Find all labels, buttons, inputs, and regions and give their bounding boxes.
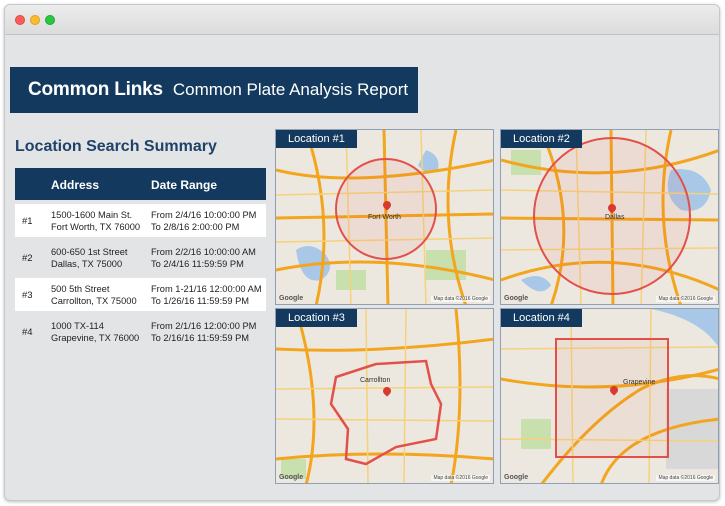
row-address: 500 5th Street Carrollton, TX 75000 [51, 284, 137, 306]
map-data-attribution: Map data ©2016 Google [656, 296, 715, 302]
report-header: Common Links Common Plate Analysis Repor… [10, 67, 418, 113]
table-row[interactable]: #2 600-650 1st Street Dallas, TX 75000 Fr… [15, 241, 266, 274]
row-number: #1 [22, 216, 33, 227]
row-date-range: From 2/2/16 10:00:00 AM To 2/4/16 11:59:5… [151, 247, 256, 269]
summary-title: Location Search Summary [15, 138, 217, 155]
map-city-label: Dallas [605, 214, 625, 221]
map-location-4[interactable]: Grapevine Location #4 Google Map data ©2… [500, 308, 719, 484]
row-date-range: From 2/1/16 12:00:00 PM To 2/16/16 11:59:… [151, 321, 257, 343]
map-label: Location #4 [501, 309, 582, 327]
minimize-window-button[interactable] [30, 15, 40, 25]
zoom-window-button[interactable] [45, 15, 55, 25]
app-window: Common Links Common Plate Analysis Repor… [4, 4, 720, 501]
row-number: #3 [22, 290, 33, 301]
row-number: #4 [22, 327, 33, 338]
google-logo: Google [279, 295, 304, 302]
column-header-date-range: Date Range [151, 178, 218, 192]
table-row[interactable]: #1 1500-1600 Main St. Fort Worth, TX 7600… [15, 204, 266, 237]
table-header: Address Date Range [15, 168, 266, 200]
row-date-range: From 1-21/16 12:00:00 AM To 1/26/16 11:59… [151, 284, 262, 306]
report-title: Common Plate Analysis Report [172, 80, 409, 99]
map-location-1[interactable]: Fort Worth Location #1 Google Map data ©… [275, 129, 494, 305]
map-label: Location #3 [276, 309, 357, 327]
column-header-address: Address [51, 178, 100, 192]
map-city-label: Carrollton [360, 377, 391, 384]
row-date-range: From 2/4/16 10:00:00 PM To 2/8/16 2:00:00… [151, 210, 257, 232]
map-data-attribution: Map data ©2016 Google [656, 475, 715, 481]
google-logo: Google [279, 474, 304, 481]
close-window-button[interactable] [15, 15, 25, 25]
row-number: #2 [22, 253, 33, 264]
map-data-attribution: Map data ©2016 Google [431, 296, 490, 302]
map-label: Location #1 [276, 130, 357, 148]
row-address: 1000 TX-114 Grapevine, TX 76000 [51, 321, 140, 343]
map-data-attribution: Map data ©2016 Google [431, 475, 490, 481]
google-logo: Google [504, 295, 529, 302]
map-city-label: Grapevine [623, 379, 656, 386]
google-logo: Google [504, 474, 529, 481]
table-row[interactable]: #3 500 5th Street Carrollton, TX 75000 Fr… [15, 278, 266, 311]
row-address: 600-650 1st Street Dallas, TX 75000 [51, 247, 128, 269]
map-location-3[interactable]: Carrollton Location #3 Google Map data ©… [275, 308, 494, 484]
table-row[interactable]: #4 1000 TX-114 Grapevine, TX 76000 From 2… [15, 315, 266, 348]
map-location-2[interactable]: Dallas Location #2 Google Map data ©2016… [500, 129, 719, 305]
map-city-label: Fort Worth [368, 214, 401, 221]
app-name: Common Links [28, 79, 163, 100]
map-label: Location #2 [501, 130, 582, 148]
location-summary-table: Address Date Range #1 1500-1600 Main St.… [15, 168, 266, 348]
title-bar [5, 5, 719, 35]
row-address: 1500-1600 Main St. Fort Worth, TX 76000 [51, 210, 141, 232]
